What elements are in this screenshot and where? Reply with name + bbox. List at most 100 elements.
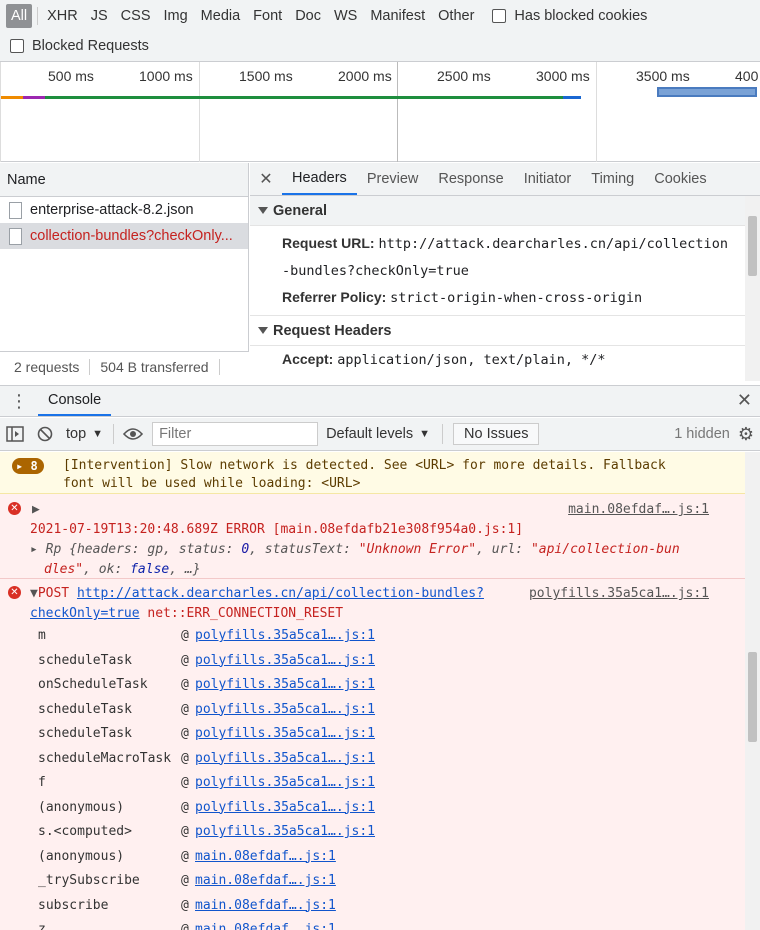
name-column-header[interactable]: Name: [0, 163, 248, 197]
filter-js[interactable]: JS: [86, 5, 113, 27]
filter-img[interactable]: Img: [159, 5, 193, 27]
blocked-requests-label: Blocked Requests: [32, 38, 149, 54]
collapse-arrow-icon[interactable]: ▼: [30, 586, 38, 601]
general-section-header[interactable]: General: [250, 196, 760, 226]
sidebar-toggle-icon[interactable]: [0, 426, 30, 442]
filter-font[interactable]: Font: [248, 5, 287, 27]
console-toolbar: top ▼ Filter Default levels ▼ No Issues …: [0, 418, 760, 451]
network-filter-bar: All XHR JS CSS Img Media Font Doc WS Man…: [0, 0, 760, 62]
toolbar-separator: [442, 424, 443, 444]
source-link[interactable]: main.08efdaf….js:1: [568, 500, 709, 520]
filter-other[interactable]: Other: [433, 5, 479, 27]
issues-button[interactable]: No Issues: [453, 423, 540, 445]
stack-source-link[interactable]: polyfills.35a5ca1….js:1: [195, 747, 375, 772]
accept-row: Accept: application/json, text/plain, */…: [282, 351, 606, 368]
log-levels-dropdown[interactable]: Default levels ▼: [318, 426, 438, 442]
stack-source-link[interactable]: polyfills.35a5ca1….js:1: [195, 722, 375, 747]
stack-source-link[interactable]: main.08efdaf….js:1: [195, 845, 336, 870]
scrollbar-thumb[interactable]: [748, 216, 757, 276]
filter-all[interactable]: All: [6, 4, 33, 28]
request-url-row-cont: -bundles?checkOnly=true: [282, 263, 469, 279]
stack-source-link[interactable]: polyfills.35a5ca1….js:1: [195, 624, 375, 649]
request-url-link[interactable]: checkOnly=true: [30, 606, 140, 621]
warning-count-badge: ▸ 8: [12, 458, 44, 474]
more-tools-icon[interactable]: ⋮: [0, 391, 38, 412]
stack-function: f: [38, 775, 46, 790]
console-filter-input[interactable]: Filter: [152, 422, 319, 446]
stack-frame: scheduleTask @ polyfills.35a5ca1….js:1: [38, 698, 375, 723]
filter-doc[interactable]: Doc: [290, 5, 326, 27]
request-row-selected[interactable]: collection-bundles?checkOnly...: [0, 223, 248, 249]
context-selector[interactable]: top ▼: [60, 426, 109, 442]
stack-source-link[interactable]: main.08efdaf….js:1: [195, 869, 336, 894]
stack-frame: scheduleMacroTask @ polyfills.35a5ca1….js:…: [38, 747, 375, 772]
blocked-requests-checkbox[interactable]: [10, 39, 24, 53]
stack-function: (anonymous): [38, 848, 125, 864]
details-scrollbar[interactable]: [745, 196, 760, 381]
status-separator: [89, 358, 91, 375]
error-object[interactable]: ▸ Rp {headers: gp, status: 0, statusText…: [30, 540, 737, 560]
filter-xhr[interactable]: XHR: [42, 5, 83, 27]
filter-media[interactable]: Media: [196, 5, 246, 27]
stack-source-link[interactable]: polyfills.35a5ca1….js:1: [195, 771, 375, 796]
timeline-overview[interactable]: 500 ms 1000 ms 1500 ms 2000 ms 2500 ms 3…: [0, 62, 760, 162]
stack-frame: f @ polyfills.35a5ca1….js:1: [38, 771, 375, 796]
gear-icon[interactable]: ⚙: [738, 424, 760, 445]
timeline-tick: 500 ms: [48, 68, 94, 84]
filter-css[interactable]: CSS: [116, 5, 156, 27]
stack-source-link[interactable]: polyfills.35a5ca1….js:1: [195, 673, 375, 698]
stack-source-link[interactable]: polyfills.35a5ca1….js:1: [195, 649, 375, 674]
tab-response[interactable]: Response: [428, 163, 513, 195]
source-link[interactable]: polyfills.35a5ca1….js:1: [529, 584, 709, 604]
at-sign: @: [181, 897, 189, 913]
warning-message: ▸ 8 [Intervention] Slow network is detec…: [0, 452, 745, 494]
eye-icon[interactable]: [118, 427, 148, 441]
network-error-message: ✕ polyfills.35a5ca1….js:1 ▼POST http://a…: [0, 579, 745, 930]
request-count: 2 requests: [14, 358, 80, 375]
expand-triangle-icon: [258, 327, 268, 334]
timeline-gridline: [0, 62, 1, 162]
filter-manifest[interactable]: Manifest: [365, 5, 430, 27]
close-icon[interactable]: ✕: [250, 163, 282, 195]
chevron-down-icon: ▼: [419, 428, 430, 440]
tab-headers[interactable]: Headers: [282, 163, 357, 195]
stack-frame: scheduleTask @ polyfills.35a5ca1….js:1: [38, 722, 375, 747]
timeline-bar-request: [45, 96, 563, 99]
stack-function: scheduleMacroTask: [38, 750, 172, 766]
filter-ws[interactable]: WS: [329, 5, 362, 27]
stack-source-link[interactable]: main.08efdaf….js:1: [195, 894, 336, 919]
close-drawer-icon[interactable]: ✕: [737, 390, 752, 411]
stack-frame: scheduleTask @ polyfills.35a5ca1….js:1: [38, 649, 375, 674]
at-sign: @: [181, 652, 189, 668]
stack-source-link[interactable]: main.08efdaf….js:1: [195, 918, 336, 930]
stack-trace: m @ polyfills.35a5ca1….js:1 scheduleTask @ po…: [38, 624, 375, 930]
tab-console[interactable]: Console: [38, 386, 112, 416]
blocked-cookies-checkbox[interactable]: [492, 9, 507, 23]
request-url-link[interactable]: http://attack.dearcharles.cn/api/collect…: [77, 586, 484, 601]
clear-console-icon[interactable]: [30, 426, 60, 442]
tab-cookies[interactable]: Cookies: [644, 163, 716, 195]
error-message: ✕ ▶ main.08efdaf….js:1 2021-07-19T13:20:…: [0, 494, 745, 579]
tab-initiator[interactable]: Initiator: [514, 163, 582, 195]
tab-preview[interactable]: Preview: [357, 163, 429, 195]
timeline-bar-waiting: [1, 96, 23, 99]
at-sign: @: [181, 775, 189, 790]
stack-function: scheduleTask: [38, 701, 132, 717]
timeline-tick: 3000 ms: [536, 68, 590, 84]
stack-source-link[interactable]: polyfills.35a5ca1….js:1: [195, 796, 375, 821]
request-row[interactable]: enterprise-attack-8.2.json: [0, 197, 248, 223]
stack-source-link[interactable]: polyfills.35a5ca1….js:1: [195, 698, 375, 723]
at-sign: @: [181, 726, 189, 741]
tab-timing[interactable]: Timing: [581, 163, 644, 195]
stack-source-link[interactable]: polyfills.35a5ca1….js:1: [195, 820, 375, 845]
request-details: ✕ Headers Preview Response Initiator Tim…: [250, 163, 760, 381]
timeline-tick: 2500 ms: [437, 68, 491, 84]
scrollbar-thumb[interactable]: [748, 652, 757, 742]
request-list: Name enterprise-attack-8.2.json collecti…: [0, 163, 249, 381]
request-headers-section-header[interactable]: Request Headers: [250, 316, 760, 346]
timeline-bar-content: [563, 96, 581, 99]
expand-triangle-icon: [258, 207, 268, 214]
stack-frame: onScheduleTask @ polyfills.35a5ca1….js:1: [38, 673, 375, 698]
console-scrollbar[interactable]: [745, 452, 760, 930]
expand-arrow-icon[interactable]: ▶: [32, 500, 40, 520]
